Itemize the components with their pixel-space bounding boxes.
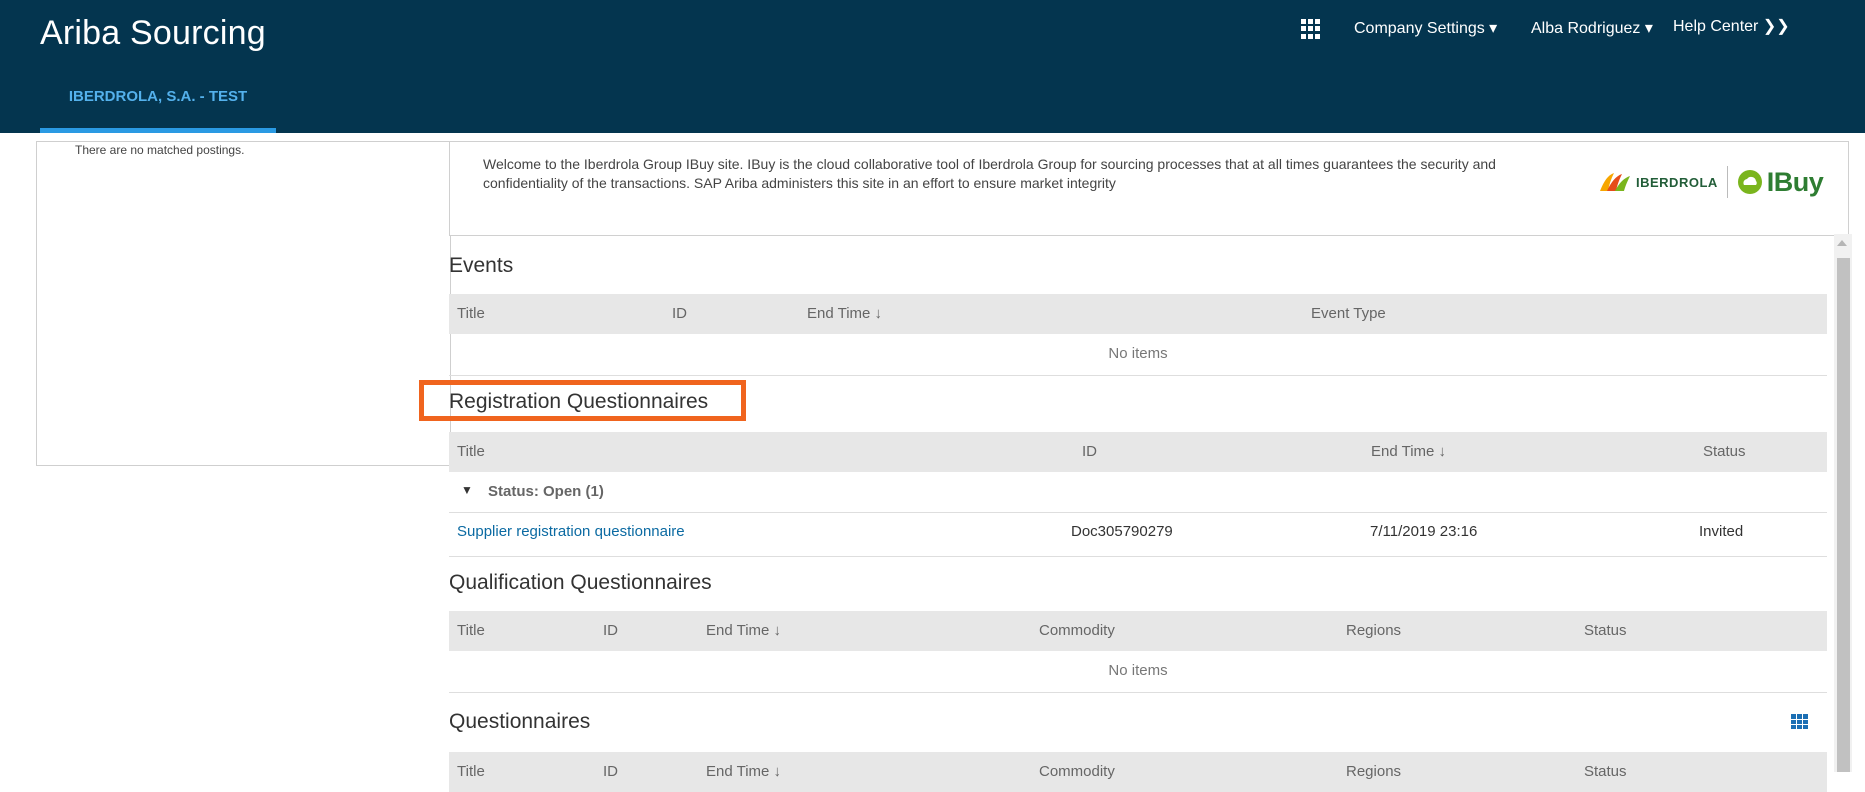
highlight-box [419,380,746,421]
col-end-time[interactable]: End Time ↓ [706,622,781,639]
col-end-time[interactable]: End Time ↓ [1371,443,1446,460]
postings-panel: There are no matched postings. [36,141,451,466]
qualification-empty-text: No items [1108,662,1168,679]
collapse-triangle-icon[interactable]: ▼ [461,483,473,497]
table-row: Supplier registration questionnaire Doc3… [449,512,1827,557]
scrollbar-thumb[interactable] [1837,258,1850,772]
scroll-up-arrow-icon[interactable] [1837,240,1847,246]
company-settings-menu[interactable]: Company Settings ▾ [1354,18,1497,38]
doc-id: Doc305790279 [1071,523,1173,540]
col-status[interactable]: Status [1584,622,1627,639]
questionnaire-title-link[interactable]: Supplier registration questionnaire [457,523,685,540]
table-options-icon[interactable] [1791,714,1808,729]
no-postings-message: There are no matched postings. [75,143,245,157]
qualification-empty-row: No items [449,651,1827,693]
user-menu[interactable]: Alba Rodriguez ▾ [1531,18,1653,38]
events-table-header: Title ID End Time ↓ Event Type [449,294,1827,334]
col-commodity[interactable]: Commodity [1039,622,1115,639]
iberdrola-ibuy-logo: IBERDROLA IBuy [1598,162,1824,202]
col-event-type[interactable]: Event Type [1311,305,1386,322]
iberdrola-leaf-icon [1600,173,1630,191]
col-id[interactable]: ID [603,622,618,639]
app-title: Ariba Sourcing [40,14,266,52]
events-empty-row: No items [449,334,1827,376]
qualification-section-title: Qualification Questionnaires [449,571,712,594]
status-group-row[interactable]: ▼ Status: Open (1) [449,472,1827,513]
end-time: 7/11/2019 23:16 [1370,523,1478,540]
top-header: Ariba Sourcing IBERDROLA, S.A. - TEST Co… [0,0,1865,133]
qualification-table-header: Title ID End Time ↓ Commodity Regions St… [449,611,1827,651]
welcome-banner: Welcome to the Iberdrola Group IBuy site… [449,141,1849,236]
company-tab-label: IBERDROLA, S.A. - TEST [68,88,248,105]
company-tab[interactable]: IBERDROLA, S.A. - TEST [40,84,276,133]
col-end-time[interactable]: End Time ↓ [807,305,882,322]
registration-table-header: Title ID End Time ↓ Status [449,432,1827,472]
active-tab-indicator [40,128,276,133]
col-title[interactable]: Title [457,622,485,639]
status-group-label: Status: Open (1) [488,483,604,500]
events-empty-text: No items [1108,345,1168,362]
col-status[interactable]: Status [1703,443,1746,460]
col-id[interactable]: ID [1082,443,1097,460]
welcome-text: Welcome to the Iberdrola Group IBuy site… [483,156,1496,191]
col-id[interactable]: ID [672,305,687,322]
col-regions[interactable]: Regions [1346,622,1401,639]
questionnaires-section-title: Questionnaires [449,710,591,733]
iberdrola-wordmark: IBERDROLA [1636,174,1718,190]
status: Invited [1699,523,1744,540]
ibuy-cloud-icon [1737,170,1762,194]
app-grid-icon[interactable] [1301,19,1321,39]
col-title[interactable]: Title [457,305,485,322]
logo-divider [1726,166,1728,198]
ibuy-wordmark: IBuy [1766,166,1824,197]
col-title[interactable]: Title [457,443,485,460]
questionnaires-table-header: Title ID End Time ↓ Commodity Regions St… [449,752,1827,792]
events-section-title: Events [449,254,514,277]
help-center-link[interactable]: Help Center ❯❯ [1673,16,1790,36]
